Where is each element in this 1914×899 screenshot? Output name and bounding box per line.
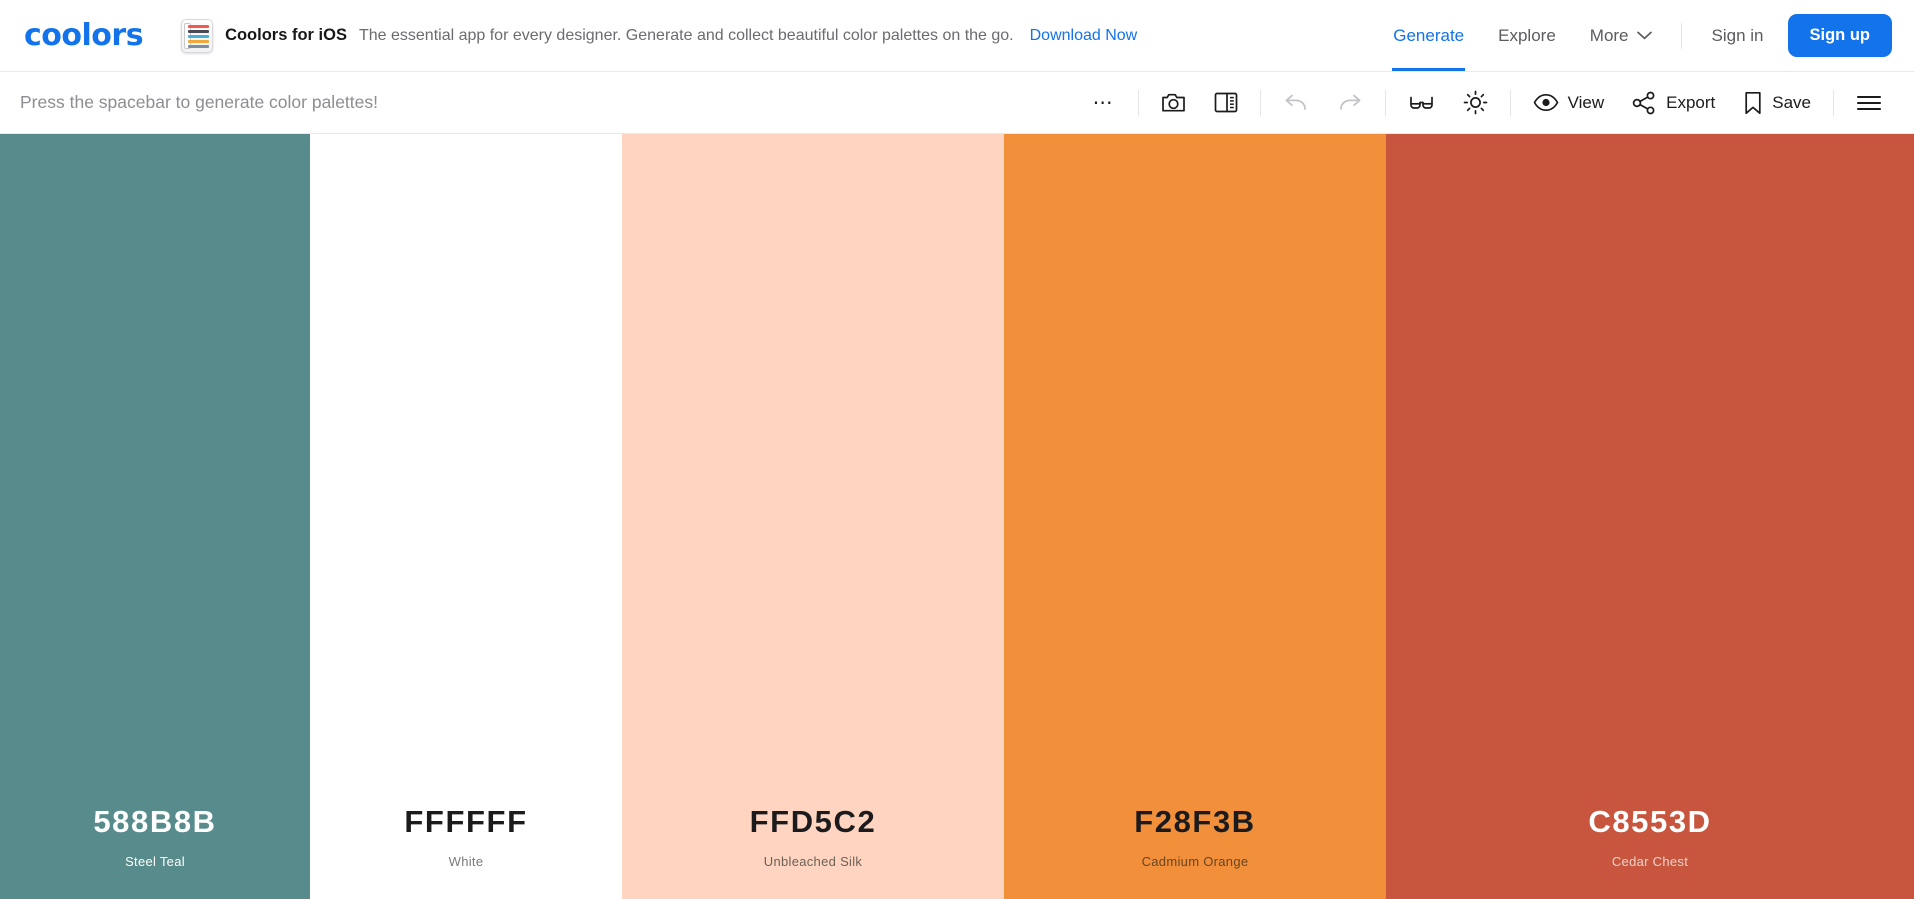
toolbar-divider: [1509, 89, 1511, 116]
color-swatch[interactable]: F28F3B Cadmium Orange: [1004, 134, 1386, 899]
nav-item-generate[interactable]: Generate: [1376, 0, 1481, 71]
spacebar-hint: Press the spacebar to generate color pal…: [20, 92, 378, 112]
color-swatch[interactable]: C8553D Cedar Chest: [1386, 134, 1914, 899]
coolors-logo[interactable]: coolors: [24, 18, 144, 53]
color-palette: 588B8B Steel Teal FFFFFF White FFD5C2 Un…: [0, 134, 1914, 899]
eye-icon: [1533, 93, 1559, 112]
swatch-name: Cedar Chest: [1611, 854, 1689, 869]
toolbar-divider: [1384, 89, 1386, 116]
redo-icon: [1337, 93, 1363, 113]
hamburger-icon: [1856, 93, 1882, 113]
swatch-name: Unbleached Silk: [763, 854, 863, 869]
promo-title: Coolors for iOS: [225, 26, 347, 44]
export-label: Export: [1666, 92, 1716, 112]
swatch-name: White: [448, 854, 484, 869]
layout-panel-icon: [1214, 91, 1238, 114]
glasses-icon: [1408, 92, 1435, 114]
camera-icon: [1161, 91, 1186, 114]
top-navigation-bar: coolors Coolors for iOS The essential ap…: [0, 0, 1914, 72]
share-icon: [1632, 91, 1657, 115]
nav-label-more: More: [1589, 25, 1629, 45]
swatch-hex[interactable]: C8553D: [1588, 804, 1711, 840]
undo-button[interactable]: [1269, 83, 1323, 123]
nav-label-generate: Generate: [1393, 25, 1465, 45]
undo-icon: [1283, 93, 1309, 113]
nav-divider: [1680, 22, 1682, 49]
swatch-hex[interactable]: FFD5C2: [750, 804, 877, 840]
sign-up-button[interactable]: Sign up: [1787, 14, 1892, 57]
swatch-name: Steel Teal: [125, 854, 185, 869]
camera-button[interactable]: [1147, 83, 1200, 123]
color-swatch[interactable]: FFFFFF White: [310, 134, 622, 899]
ellipsis-icon: ⋯: [1092, 92, 1116, 114]
coolors-app: coolors Coolors for iOS The essential ap…: [0, 0, 1914, 899]
chevron-down-icon: [1636, 31, 1652, 40]
swatch-name: Cadmium Orange: [1141, 854, 1249, 869]
bookmark-icon: [1743, 91, 1763, 115]
colorblind-button[interactable]: [1394, 83, 1449, 123]
export-button[interactable]: Export: [1618, 83, 1729, 123]
download-now-link[interactable]: Download Now: [1030, 27, 1138, 45]
promo-banner: Coolors for iOS The essential app for ev…: [181, 18, 1376, 53]
promo-subtitle: The essential app for every designer. Ge…: [358, 26, 1014, 44]
nav-item-more[interactable]: More: [1573, 0, 1669, 71]
toolbar-divider: [1259, 89, 1261, 116]
ios-app-icon: [181, 18, 214, 53]
brightness-icon: [1463, 90, 1488, 115]
nav-item-explore[interactable]: Explore: [1481, 0, 1573, 71]
main-nav: Generate Explore More Sign in Sign up: [1376, 0, 1892, 71]
color-swatch[interactable]: FFD5C2 Unbleached Silk: [622, 134, 1004, 899]
nav-label-explore: Explore: [1498, 25, 1556, 45]
toolbar-divider: [1833, 89, 1834, 116]
toolbar-actions: ⋯ View Export Save: [1079, 83, 1896, 123]
save-label: Save: [1772, 92, 1811, 112]
sign-in-button[interactable]: Sign in: [1694, 26, 1782, 46]
toolbar-divider: [1137, 89, 1139, 116]
swatch-hex[interactable]: F28F3B: [1134, 804, 1256, 840]
redo-button[interactable]: [1323, 83, 1377, 123]
adjust-button[interactable]: [1449, 83, 1502, 123]
view-label: View: [1567, 92, 1605, 112]
save-button[interactable]: Save: [1729, 83, 1825, 123]
more-options-button[interactable]: ⋯: [1079, 83, 1130, 123]
layout-button[interactable]: [1200, 83, 1252, 123]
view-button[interactable]: View: [1519, 83, 1619, 123]
palette-toolbar: Press the spacebar to generate color pal…: [0, 72, 1914, 134]
swatch-hex[interactable]: 588B8B: [93, 804, 216, 840]
menu-button[interactable]: [1842, 83, 1896, 123]
color-swatch[interactable]: 588B8B Steel Teal: [0, 134, 310, 899]
swatch-hex[interactable]: FFFFFF: [404, 804, 527, 840]
